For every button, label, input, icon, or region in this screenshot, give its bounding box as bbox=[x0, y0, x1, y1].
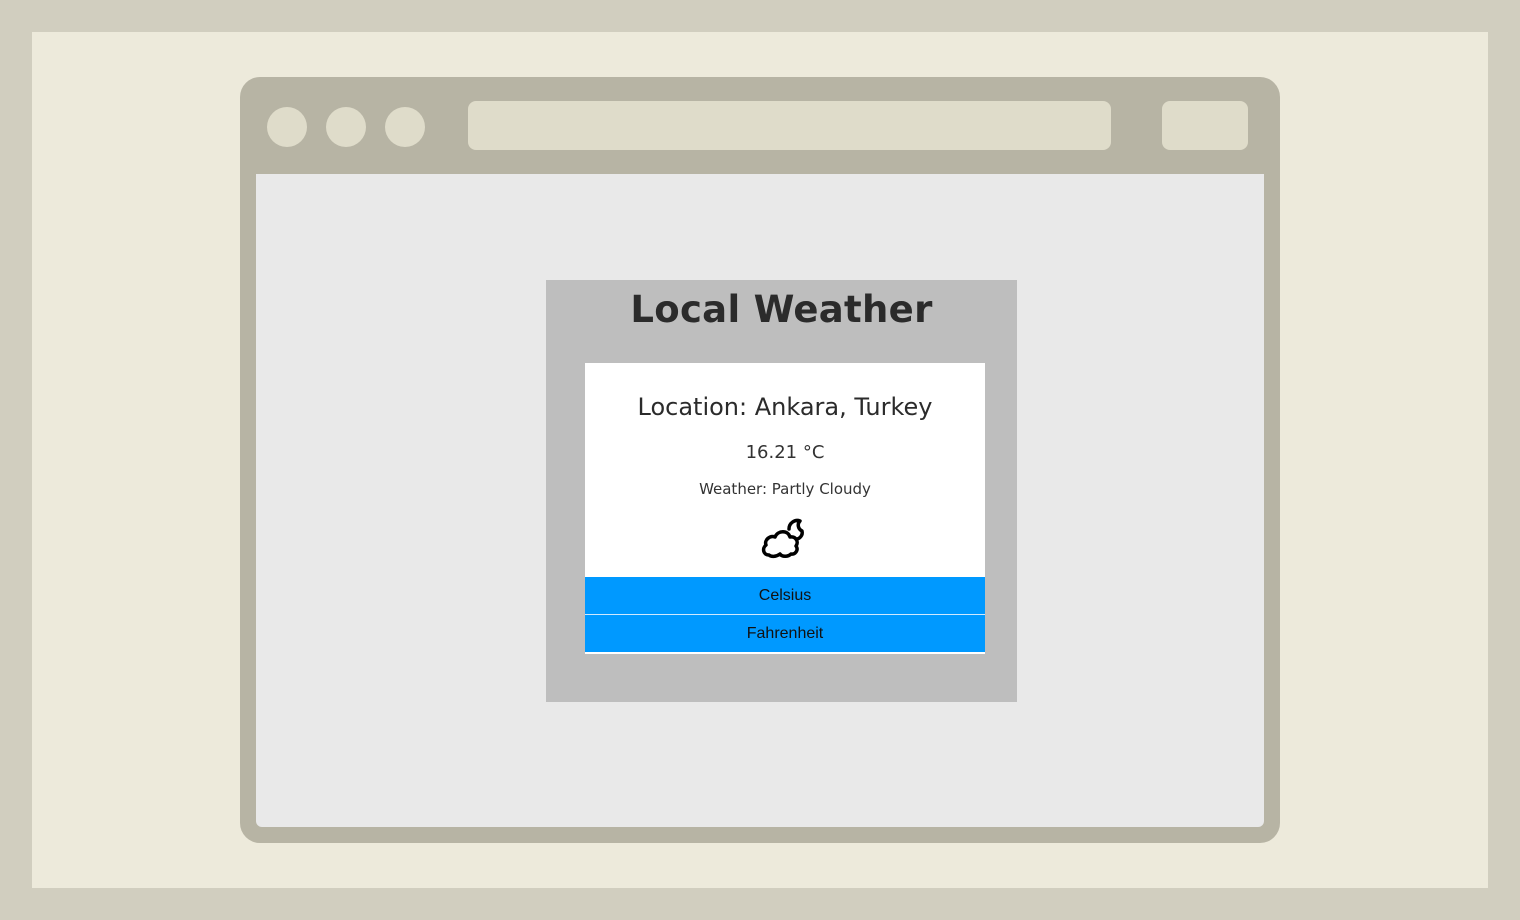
celsius-button[interactable]: Celsius bbox=[585, 577, 985, 614]
location-text: Location: Ankara, Turkey bbox=[637, 393, 933, 421]
weather-condition: Weather: Partly Cloudy bbox=[699, 480, 871, 498]
fahrenheit-button[interactable]: Fahrenheit bbox=[585, 615, 985, 652]
window-minimize-dot[interactable] bbox=[326, 107, 366, 147]
window-close-dot[interactable] bbox=[267, 107, 307, 147]
window-maximize-dot[interactable] bbox=[385, 107, 425, 147]
browser-menu-button[interactable] bbox=[1162, 101, 1248, 150]
page-viewport: Local Weather Location: Ankara, Turkey 1… bbox=[256, 174, 1264, 827]
page-title: Local Weather bbox=[630, 288, 933, 331]
browser-window: Local Weather Location: Ankara, Turkey 1… bbox=[240, 77, 1280, 843]
address-bar[interactable] bbox=[468, 101, 1111, 150]
weather-card: Location: Ankara, Turkey 16.21 °C Weathe… bbox=[585, 363, 985, 654]
partly-cloudy-icon bbox=[761, 518, 804, 559]
temperature-value: 16.21 °C bbox=[745, 442, 825, 463]
weather-app-panel: Local Weather Location: Ankara, Turkey 1… bbox=[546, 280, 1017, 702]
